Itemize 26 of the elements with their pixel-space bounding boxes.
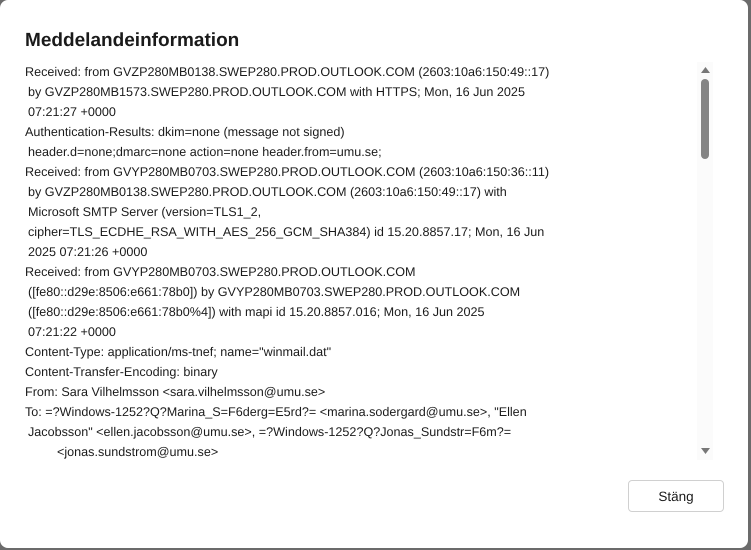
header-line: Content-Transfer-Encoding: binary — [25, 364, 218, 381]
scrollbar[interactable] — [697, 62, 713, 460]
header-line: 2025 07:21:26 +0000 — [27, 244, 148, 261]
header-line: header.d=none;dmarc=none action=none header.from=umu.se; — [27, 144, 382, 161]
dialog-title: Meddelandeinformation — [25, 29, 240, 53]
header-line: Received: from GVYP280MB0703.SWEP280.PROD.OUTLOOK.COM — [25, 264, 416, 281]
header-line: cipher=TLS_ECDHE_RSA_WITH_AES_256_GCM_SHA384) id 15.20.8857.17; Mon, 16 Jun — [27, 224, 544, 241]
header-line: <jonas.sundstrom@umu.se> — [56, 444, 218, 460]
scroll-down-icon[interactable] — [700, 448, 710, 454]
header-line: 07:21:22 +0000 — [27, 324, 116, 341]
header-line: To: =?Windows-1252?Q?Marina_S=F6derg=E5rd?= <marina.sodergard@umu.se>, "Ellen — [25, 404, 527, 421]
header-line: Microsoft SMTP Server (version=TLS1_2, — [27, 204, 262, 221]
header-line: by GVZP280MB0138.SWEP280.PROD.OUTLOOK.COM (2603:10a6:150:49::17) with — [27, 184, 507, 201]
header-line: Jacobsson" <ellen.jacobsson@umu.se>, =?Windows-1252?Q?Jonas_Sundstr=F6m?= — [27, 424, 512, 441]
header-line: Received: from GVZP280MB0138.SWEP280.PROD.OUTLOOK.COM (2603:10a6:150:49::17) — [25, 64, 550, 81]
header-line: Content-Type: application/ms-tnef; name="winmail.dat" — [25, 344, 332, 361]
scroll-up-icon[interactable] — [700, 67, 710, 73]
header-line: ([fe80::d29e:8506:e661:78b0]) by GVYP280MB0703.SWEP280.PROD.OUTLOOK.COM — [27, 284, 520, 301]
close-button[interactable]: Stäng — [628, 480, 724, 512]
header-line: From: Sara Vilhelmsson <sara.vilhelmsson@umu.se> — [25, 384, 326, 401]
header-line: ([fe80::d29e:8506:e661:78b0%4]) with mapi id 15.20.8857.016; Mon, 16 Jun 2025 — [27, 304, 485, 321]
header-line: by GVZP280MB1573.SWEP280.PROD.OUTLOOK.COM with HTTPS; Mon, 16 Jun 2025 — [27, 84, 525, 101]
header-line: Authentication-Results: dkim=none (message not signed) — [25, 124, 345, 141]
header-line: Received: from GVYP280MB0703.SWEP280.PROD.OUTLOOK.COM (2603:10a6:150:36::11) — [25, 164, 550, 181]
header-line: 07:21:27 +0000 — [27, 104, 116, 121]
scrollbar-thumb[interactable] — [701, 79, 709, 159]
